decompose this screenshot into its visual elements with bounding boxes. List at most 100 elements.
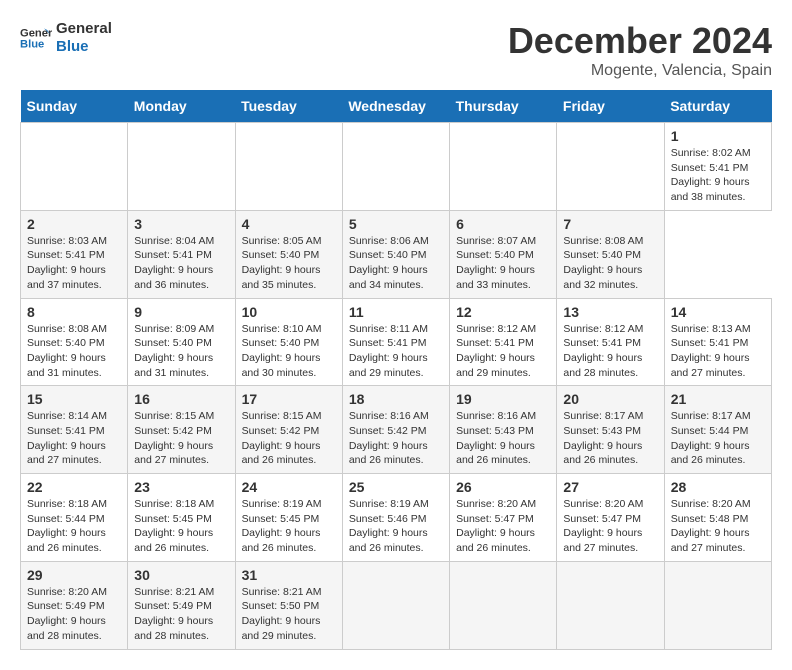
day-detail: Sunrise: 8:19 AM Sunset: 5:45 PM Dayligh… (242, 497, 336, 556)
calendar-day-cell: 28 Sunrise: 8:20 AM Sunset: 5:48 PM Dayli… (664, 474, 771, 562)
day-number: 21 (671, 391, 765, 407)
empty-cell (557, 123, 664, 211)
day-number: 16 (134, 391, 228, 407)
calendar-day-cell: 8Sunrise: 8:08 AM Sunset: 5:40 PM Daylig… (21, 298, 128, 386)
day-number: 4 (242, 216, 336, 232)
calendar-day-cell: 17Sunrise: 8:15 AM Sunset: 5:42 PM Dayli… (235, 386, 342, 474)
day-detail: Sunrise: 8:12 AM Sunset: 5:41 PM Dayligh… (456, 322, 550, 381)
calendar-week-row: 15Sunrise: 8:14 AM Sunset: 5:41 PM Dayli… (21, 386, 772, 474)
logo-text-blue: Blue (56, 38, 112, 56)
day-number: 3 (134, 216, 228, 232)
svg-text:General: General (20, 27, 52, 39)
day-detail: Sunrise: 8:10 AM Sunset: 5:40 PM Dayligh… (242, 322, 336, 381)
logo-icon: General Blue (20, 22, 52, 54)
calendar-day-cell: 30 Sunrise: 8:21 AM Sunset: 5:49 PM Dayli… (128, 561, 235, 649)
day-of-week-monday: Monday (128, 90, 235, 123)
calendar-day-cell: 31Sunrise: 8:21 AM Sunset: 5:50 PM Dayli… (235, 561, 342, 649)
day-number: 2 (27, 216, 121, 232)
calendar-day-cell: 25 Sunrise: 8:19 AM Sunset: 5:46 PM Dayli… (342, 474, 449, 562)
calendar-day-cell: 10 Sunrise: 8:10 AM Sunset: 5:40 PM Dayli… (235, 298, 342, 386)
calendar-day-cell: 7Sunrise: 8:08 AM Sunset: 5:40 PM Daylig… (557, 210, 664, 298)
day-detail: Sunrise: 8:20 AM Sunset: 5:47 PM Dayligh… (456, 497, 550, 556)
calendar-header-row: SundayMondayTuesdayWednesdayThursdayFrid… (21, 90, 772, 123)
day-of-week-friday: Friday (557, 90, 664, 123)
day-detail: Sunrise: 8:06 AM Sunset: 5:40 PM Dayligh… (349, 234, 443, 293)
day-number: 28 (671, 479, 765, 495)
day-number: 15 (27, 391, 121, 407)
day-detail: Sunrise: 8:13 AM Sunset: 5:41 PM Dayligh… (671, 322, 765, 381)
day-detail: Sunrise: 8:17 AM Sunset: 5:43 PM Dayligh… (563, 409, 657, 468)
empty-cell (235, 123, 342, 211)
day-detail: Sunrise: 8:15 AM Sunset: 5:42 PM Dayligh… (134, 409, 228, 468)
calendar-day-cell: 13Sunrise: 8:12 AM Sunset: 5:41 PM Dayli… (557, 298, 664, 386)
calendar-day-cell: 14Sunrise: 8:13 AM Sunset: 5:41 PM Dayli… (664, 298, 771, 386)
day-number: 29 (27, 567, 121, 583)
day-detail: Sunrise: 8:18 AM Sunset: 5:44 PM Dayligh… (27, 497, 121, 556)
calendar-day-cell: 1 Sunrise: 8:02 AM Sunset: 5:41 PM Daylig… (664, 123, 771, 211)
calendar-title: December 2024 (508, 20, 772, 62)
day-detail: Sunrise: 8:17 AM Sunset: 5:44 PM Dayligh… (671, 409, 765, 468)
day-detail: Sunrise: 8:16 AM Sunset: 5:43 PM Dayligh… (456, 409, 550, 468)
logo-text-general: General (56, 20, 112, 38)
calendar-day-cell: 20 Sunrise: 8:17 AM Sunset: 5:43 PM Dayli… (557, 386, 664, 474)
empty-cell (21, 123, 128, 211)
calendar-week-row: 22 Sunrise: 8:18 AM Sunset: 5:44 PM Dayli… (21, 474, 772, 562)
empty-cell (664, 561, 771, 649)
day-number: 10 (242, 304, 336, 320)
day-number: 12 (456, 304, 550, 320)
calendar-day-cell: 19 Sunrise: 8:16 AM Sunset: 5:43 PM Dayli… (450, 386, 557, 474)
calendar-day-cell: 2 Sunrise: 8:03 AM Sunset: 5:41 PM Daylig… (21, 210, 128, 298)
day-detail: Sunrise: 8:20 AM Sunset: 5:48 PM Dayligh… (671, 497, 765, 556)
calendar-day-cell: 5 Sunrise: 8:06 AM Sunset: 5:40 PM Daylig… (342, 210, 449, 298)
day-detail: Sunrise: 8:21 AM Sunset: 5:49 PM Dayligh… (134, 585, 228, 644)
day-detail: Sunrise: 8:11 AM Sunset: 5:41 PM Dayligh… (349, 322, 443, 381)
day-number: 5 (349, 216, 443, 232)
calendar-day-cell: 18Sunrise: 8:16 AM Sunset: 5:42 PM Dayli… (342, 386, 449, 474)
day-number: 6 (456, 216, 550, 232)
calendar-day-cell: 11 Sunrise: 8:11 AM Sunset: 5:41 PM Dayli… (342, 298, 449, 386)
calendar-day-cell: 16 Sunrise: 8:15 AM Sunset: 5:42 PM Dayli… (128, 386, 235, 474)
day-number: 19 (456, 391, 550, 407)
day-number: 13 (563, 304, 657, 320)
day-detail: Sunrise: 8:19 AM Sunset: 5:46 PM Dayligh… (349, 497, 443, 556)
day-of-week-tuesday: Tuesday (235, 90, 342, 123)
day-detail: Sunrise: 8:07 AM Sunset: 5:40 PM Dayligh… (456, 234, 550, 293)
day-detail: Sunrise: 8:02 AM Sunset: 5:41 PM Dayligh… (671, 146, 765, 205)
calendar-day-cell: 24Sunrise: 8:19 AM Sunset: 5:45 PM Dayli… (235, 474, 342, 562)
day-number: 1 (671, 128, 765, 144)
empty-cell (128, 123, 235, 211)
day-number: 7 (563, 216, 657, 232)
calendar-week-row: 1 Sunrise: 8:02 AM Sunset: 5:41 PM Daylig… (21, 123, 772, 211)
empty-cell (342, 123, 449, 211)
day-detail: Sunrise: 8:05 AM Sunset: 5:40 PM Dayligh… (242, 234, 336, 293)
day-number: 25 (349, 479, 443, 495)
header: General Blue General Blue December 2024 … (20, 20, 772, 80)
calendar-day-cell: 6 Sunrise: 8:07 AM Sunset: 5:40 PM Daylig… (450, 210, 557, 298)
day-of-week-sunday: Sunday (21, 90, 128, 123)
day-detail: Sunrise: 8:09 AM Sunset: 5:40 PM Dayligh… (134, 322, 228, 381)
day-number: 23 (134, 479, 228, 495)
calendar-week-row: 2 Sunrise: 8:03 AM Sunset: 5:41 PM Daylig… (21, 210, 772, 298)
day-number: 30 (134, 567, 228, 583)
day-of-week-saturday: Saturday (664, 90, 771, 123)
day-number: 9 (134, 304, 228, 320)
day-detail: Sunrise: 8:04 AM Sunset: 5:41 PM Dayligh… (134, 234, 228, 293)
calendar-day-cell: 4 Sunrise: 8:05 AM Sunset: 5:40 PM Daylig… (235, 210, 342, 298)
calendar-day-cell: 29Sunrise: 8:20 AM Sunset: 5:49 PM Dayli… (21, 561, 128, 649)
calendar-day-cell: 26Sunrise: 8:20 AM Sunset: 5:47 PM Dayli… (450, 474, 557, 562)
day-number: 22 (27, 479, 121, 495)
day-number: 11 (349, 304, 443, 320)
day-number: 27 (563, 479, 657, 495)
calendar-week-row: 29Sunrise: 8:20 AM Sunset: 5:49 PM Dayli… (21, 561, 772, 649)
calendar-day-cell: 27 Sunrise: 8:20 AM Sunset: 5:47 PM Dayli… (557, 474, 664, 562)
calendar-day-cell: 21 Sunrise: 8:17 AM Sunset: 5:44 PM Dayli… (664, 386, 771, 474)
day-detail: Sunrise: 8:16 AM Sunset: 5:42 PM Dayligh… (349, 409, 443, 468)
calendar-subtitle: Mogente, Valencia, Spain (508, 62, 772, 80)
day-detail: Sunrise: 8:20 AM Sunset: 5:47 PM Dayligh… (563, 497, 657, 556)
day-of-week-wednesday: Wednesday (342, 90, 449, 123)
calendar-week-row: 8Sunrise: 8:08 AM Sunset: 5:40 PM Daylig… (21, 298, 772, 386)
day-detail: Sunrise: 8:15 AM Sunset: 5:42 PM Dayligh… (242, 409, 336, 468)
day-detail: Sunrise: 8:03 AM Sunset: 5:41 PM Dayligh… (27, 234, 121, 293)
day-number: 20 (563, 391, 657, 407)
day-detail: Sunrise: 8:08 AM Sunset: 5:40 PM Dayligh… (27, 322, 121, 381)
